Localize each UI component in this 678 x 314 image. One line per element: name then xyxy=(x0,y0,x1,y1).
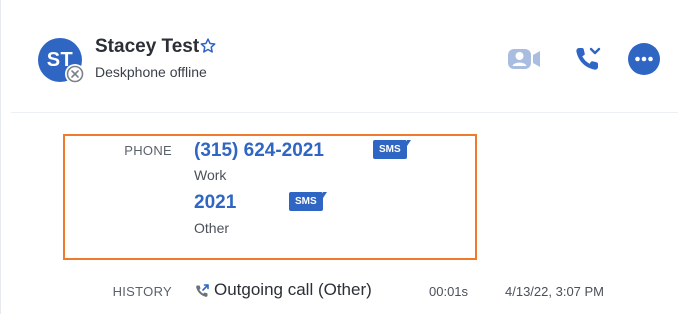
phone-type-work: Work xyxy=(194,167,227,183)
history-section-label: HISTORY xyxy=(112,284,172,299)
video-call-button[interactable] xyxy=(505,40,543,78)
more-options-icon xyxy=(628,43,660,75)
more-options-button[interactable] xyxy=(625,40,663,78)
call-button[interactable] xyxy=(569,40,607,78)
header-divider xyxy=(11,112,678,113)
star-icon[interactable] xyxy=(199,37,217,55)
call-timestamp: 4/13/22, 3:07 PM xyxy=(505,284,605,299)
sms-button-work[interactable]: SMS xyxy=(373,140,411,159)
contact-name: Stacey Test xyxy=(95,36,200,57)
outgoing-call-icon xyxy=(194,283,210,299)
phone-type-other: Other xyxy=(194,220,230,236)
history-entry[interactable]: Outgoing call (Other) xyxy=(214,280,372,300)
sms-button-other[interactable]: SMS xyxy=(289,192,327,211)
phone-number-other[interactable]: 2021 xyxy=(194,192,236,214)
call-duration: 00:01s xyxy=(429,284,469,299)
phone-section-label: PHONE xyxy=(124,143,172,158)
presence-status: Deskphone offline xyxy=(95,64,207,80)
video-call-icon xyxy=(508,49,540,69)
contact-detail-panel: ST Stacey Test Deskphone offline PHONE (… xyxy=(0,0,678,314)
phone-number-work[interactable]: (315) 624-2021 xyxy=(194,140,324,162)
phone-call-dropdown-icon xyxy=(576,47,601,70)
offline-status-icon xyxy=(65,64,85,84)
